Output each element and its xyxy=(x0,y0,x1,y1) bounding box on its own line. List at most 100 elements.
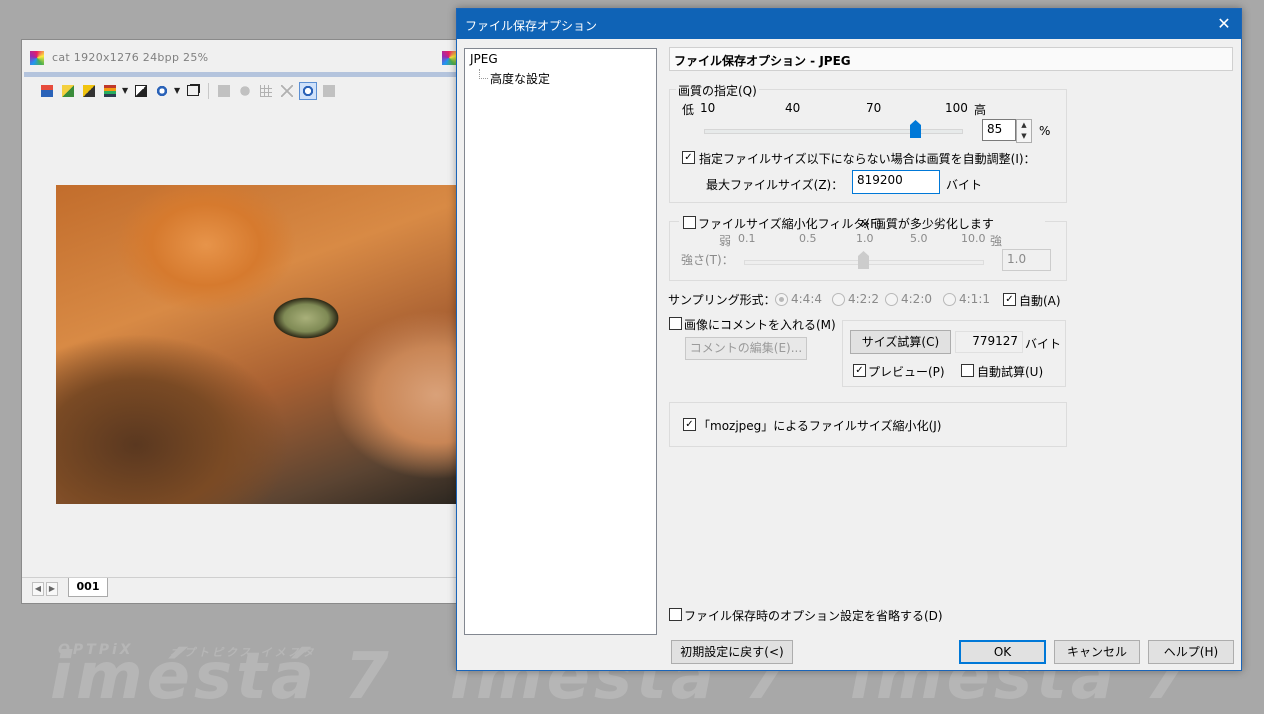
save-options-dialog: ファイル保存オプション ✕ JPEG 高度な設定 ファイル保存オプション - J… xyxy=(456,8,1242,671)
preview-icon[interactable] xyxy=(299,82,317,100)
size-test-value: 779127 xyxy=(955,331,1023,353)
filter-note: ※ 画質が多少劣化します xyxy=(860,217,994,231)
panel-header-text: ファイル保存オプション - JPEG xyxy=(674,54,851,68)
auto-adjust-label: 指定ファイルサイズ以下にならない場合は画質を自動調整(I)： xyxy=(699,152,1036,166)
quality-value-input[interactable]: 85 xyxy=(982,119,1016,141)
quality-slider-thumb[interactable] xyxy=(910,120,921,138)
document-tabs: ◀ ▶ 001 xyxy=(22,577,462,599)
quality-slider-track[interactable] xyxy=(704,129,963,134)
tree-item-advanced[interactable]: 高度な設定 xyxy=(490,70,550,87)
dialog-title: ファイル保存オプション xyxy=(465,19,598,33)
quality-scale-70: 70 xyxy=(866,101,882,115)
auto-adjust-checkbox[interactable]: ✓ xyxy=(682,151,695,164)
quality-spinner[interactable]: ▲ ▼ xyxy=(1016,119,1032,143)
quality-scale-10: 10 xyxy=(700,101,716,115)
mozjpeg-checkbox[interactable]: ✓ xyxy=(683,418,696,431)
toolbar-divider xyxy=(208,83,209,99)
filter-scale-10-0: 10.0 xyxy=(961,232,986,245)
max-size-label: 最大ファイルサイズ(Z)： xyxy=(706,178,844,192)
compare-icon[interactable] xyxy=(320,82,338,100)
tab-scroll-left-icon[interactable]: ◀ xyxy=(32,582,44,596)
quality-unit: % xyxy=(1039,124,1051,138)
filter-scale-1-0: 1.0 xyxy=(856,232,874,245)
tree-connector xyxy=(479,69,488,79)
paste-image-icon[interactable] xyxy=(80,82,98,100)
options-tree: JPEG 高度な設定 xyxy=(464,48,657,635)
help-button[interactable]: ヘルプ(H) xyxy=(1148,640,1234,664)
filter-scale-0-5: 0.5 xyxy=(799,232,817,245)
watermark-logo: iméstá 7 xyxy=(50,640,393,714)
quality-scale-100: 100 xyxy=(945,101,968,115)
sampling-411-label: 4:1:1 xyxy=(959,292,990,306)
app-icon xyxy=(30,51,44,65)
auto-test-checkbox[interactable] xyxy=(961,364,974,377)
filter-strength-input[interactable]: 1.0 xyxy=(1002,249,1051,271)
quality-high-label: 高 xyxy=(974,103,987,117)
skip-options-checkbox[interactable] xyxy=(669,608,682,621)
quality-low-label: 低 xyxy=(682,103,695,117)
sampling-422-label: 4:2:2 xyxy=(848,292,879,306)
sampling-radio-420[interactable] xyxy=(885,293,898,306)
cat-photo xyxy=(56,185,462,504)
image-window-title: cat 1920x1276 24bpp 25% xyxy=(52,51,209,64)
sampling-420-label: 4:2:0 xyxy=(901,292,932,306)
mozjpeg-label: 「mozjpeg」によるファイルサイズ縮小化(J) xyxy=(698,419,942,433)
edit-comment-button[interactable]: コメントの編集(E)... xyxy=(685,337,807,360)
grid-icon[interactable] xyxy=(257,82,275,100)
rotate-icon[interactable] xyxy=(153,82,171,100)
sampling-radio-444[interactable] xyxy=(775,293,788,306)
resize-icon[interactable] xyxy=(132,82,150,100)
filter-strength-label: 強さ(T)： xyxy=(681,253,734,267)
sampling-auto-label: 自動(A) xyxy=(1019,294,1061,308)
max-size-input[interactable]: 819200 xyxy=(852,170,940,194)
filter-weak-label: 弱 xyxy=(719,234,732,248)
dialog-titlebar[interactable]: ファイル保存オプション ✕ xyxy=(457,9,1241,39)
sampling-radio-422[interactable] xyxy=(832,293,845,306)
filter-scale-5-0: 5.0 xyxy=(910,232,928,245)
copy-image-icon[interactable] xyxy=(59,82,77,100)
filter-scale-0-1: 0.1 xyxy=(738,232,756,245)
tab-scroll-right-icon[interactable]: ▶ xyxy=(46,582,58,596)
app-icon xyxy=(442,51,456,65)
panel-header: ファイル保存オプション - JPEG xyxy=(669,47,1233,71)
sampling-label: サンプリング形式： xyxy=(668,293,776,307)
window-icon[interactable] xyxy=(184,82,202,100)
close-icon[interactable]: ✕ xyxy=(1212,12,1236,36)
quality-scale-40: 40 xyxy=(785,101,801,115)
mask-icon[interactable] xyxy=(236,82,254,100)
filter-checkbox[interactable] xyxy=(683,216,696,229)
sampling-radio-411[interactable] xyxy=(943,293,956,306)
quality-group-label: 画質の指定(Q) xyxy=(676,82,759,99)
image-window[interactable]: cat 1920x1276 24bpp 25% ▼ ▼ ◀ ▶ 001 xyxy=(21,39,463,604)
preview-label: プレビュー(P) xyxy=(868,365,945,379)
preview-checkbox[interactable]: ✓ xyxy=(853,364,866,377)
auto-test-label: 自動試算(U) xyxy=(977,365,1044,379)
spin-up-icon[interactable]: ▲ xyxy=(1017,120,1031,131)
clear-icon[interactable] xyxy=(278,82,296,100)
comment-checkbox[interactable] xyxy=(669,317,682,330)
reset-defaults-button[interactable]: 初期設定に戻す(<) xyxy=(671,640,793,664)
sampling-444-label: 4:4:4 xyxy=(791,292,822,306)
tab-001[interactable]: 001 xyxy=(68,578,108,597)
cancel-button[interactable]: キャンセル xyxy=(1054,640,1140,664)
filter-label: ファイルサイズ縮小化フィルタ(F) xyxy=(698,217,882,231)
max-size-unit: バイト xyxy=(946,178,983,192)
spin-down-icon[interactable]: ▼ xyxy=(1017,131,1031,142)
tree-item-jpeg[interactable]: JPEG xyxy=(470,52,498,66)
comment-label: 画像にコメントを入れる(M) xyxy=(684,318,836,332)
palette-icon[interactable] xyxy=(101,82,119,100)
chevron-down-icon[interactable]: ▼ xyxy=(174,83,181,99)
image-window-titlebar[interactable]: cat 1920x1276 24bpp 25% xyxy=(22,40,462,73)
save-icon[interactable] xyxy=(38,82,56,100)
sampling-auto-checkbox[interactable]: ✓ xyxy=(1003,293,1016,306)
skip-options-label: ファイル保存時のオプション設定を省略する(D) xyxy=(684,609,943,623)
size-test-unit: バイト xyxy=(1025,337,1062,351)
size-test-button[interactable]: サイズ試算(C) xyxy=(850,330,951,354)
filter-slider-thumb[interactable] xyxy=(858,251,869,269)
image-window-accent-bar xyxy=(24,72,460,77)
chevron-down-icon[interactable]: ▼ xyxy=(122,83,129,99)
filter-strong-label: 強 xyxy=(990,234,1003,248)
image-toolbar: ▼ ▼ xyxy=(38,81,338,101)
ok-button[interactable]: OK xyxy=(959,640,1046,664)
layer-icon[interactable] xyxy=(215,82,233,100)
